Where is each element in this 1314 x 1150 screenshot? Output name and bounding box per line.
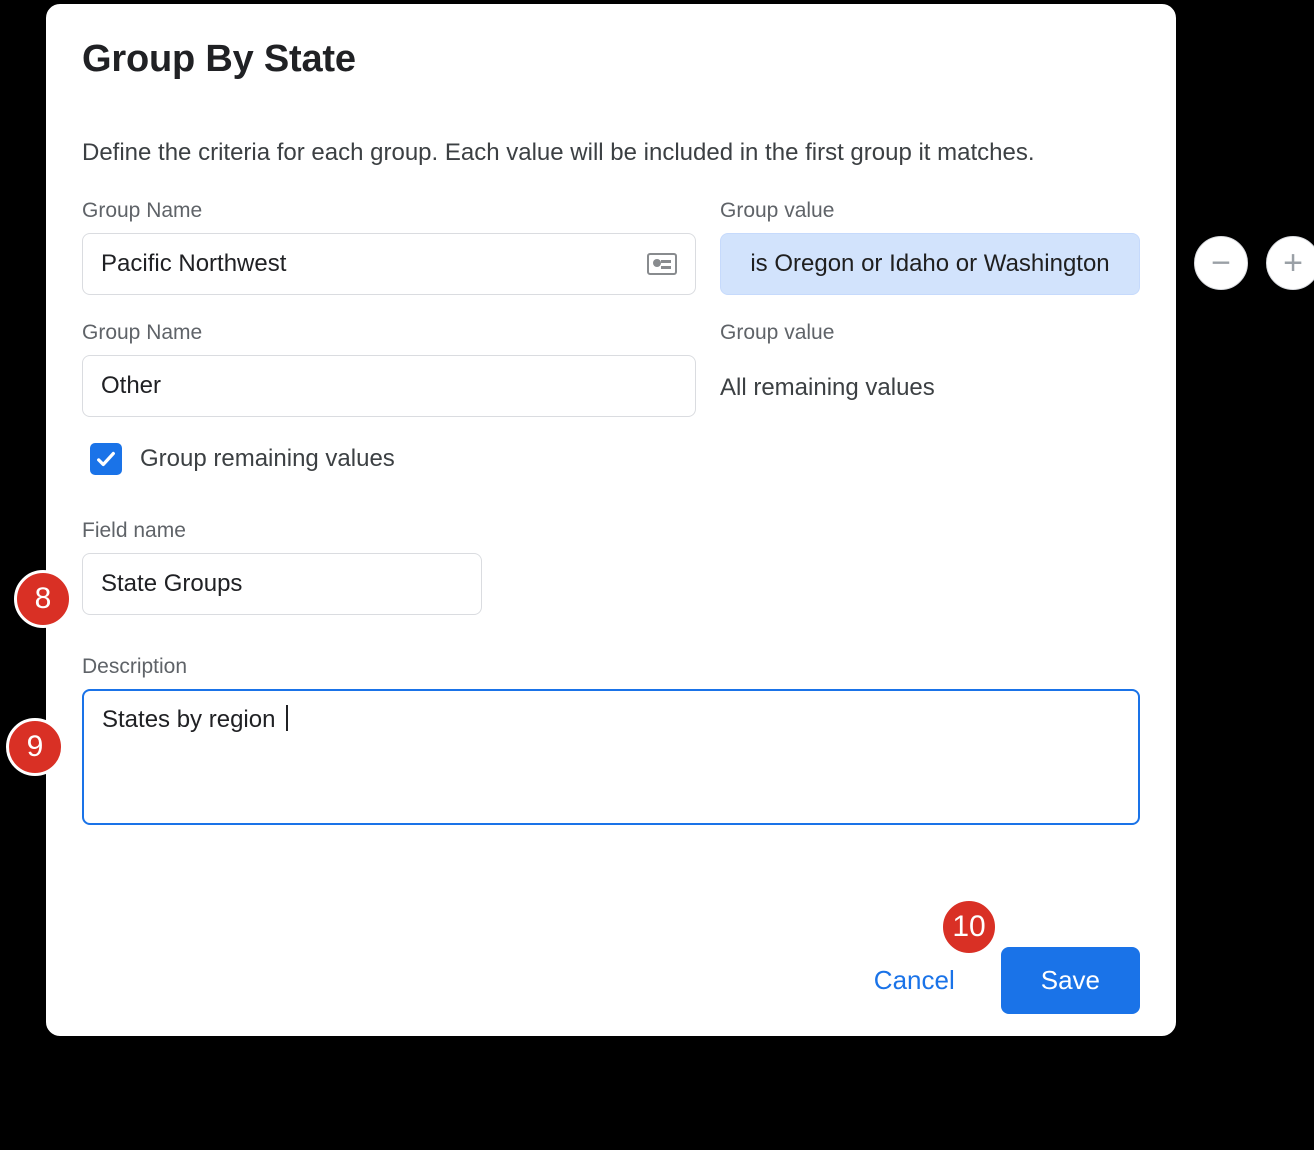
group-value-label: Group value	[720, 321, 1140, 345]
group-name-input[interactable]: Pacific Northwest	[82, 233, 696, 295]
plus-icon: +	[1283, 244, 1303, 283]
description-value: States by region	[102, 706, 275, 733]
dialog-footer: Cancel Save	[868, 947, 1140, 1014]
dialog-helper-text: Define the criteria for each group. Each…	[82, 139, 1140, 167]
remove-row-button[interactable]: −	[1194, 236, 1248, 290]
description-input[interactable]: States by region	[82, 689, 1140, 825]
minus-icon: −	[1211, 244, 1231, 283]
description-label: Description	[82, 655, 1140, 679]
field-name-label: Field name	[82, 519, 1140, 543]
group-value-static: All remaining values	[720, 355, 1140, 417]
row-action-buttons: − +	[1194, 236, 1314, 290]
annotation-callout: 9	[6, 718, 64, 776]
group-name-input[interactable]: Other	[82, 355, 696, 417]
checkbox-checked-icon[interactable]	[90, 443, 122, 475]
field-name-value: State Groups	[101, 570, 242, 598]
cancel-button[interactable]: Cancel	[868, 964, 961, 997]
checkbox-label: Group remaining values	[140, 445, 395, 473]
group-name-value: Pacific Northwest	[101, 250, 286, 278]
group-name-label: Group Name	[82, 321, 696, 345]
group-name-label: Group Name	[82, 199, 696, 223]
annotation-callout: 10	[940, 898, 998, 956]
group-row: Group Name Other Group value All remaini…	[82, 321, 1140, 417]
group-row: Group Name Pacific Northwest Group value…	[82, 199, 1140, 295]
field-name-input[interactable]: State Groups	[82, 553, 482, 615]
group-value-chip[interactable]: is Oregon or Idaho or Washington	[720, 233, 1140, 295]
group-by-dialog: Group By State Define the criteria for e…	[42, 0, 1180, 1040]
group-value-text: is Oregon or Idaho or Washington	[750, 250, 1109, 278]
group-name-value: Other	[101, 372, 161, 400]
dialog-title: Group By State	[82, 38, 1140, 81]
group-value-label: Group value	[720, 199, 1140, 223]
id-card-icon[interactable]	[647, 253, 677, 275]
annotation-callout: 8	[14, 570, 72, 628]
save-button[interactable]: Save	[1001, 947, 1140, 1014]
group-remaining-checkbox-row[interactable]: Group remaining values	[90, 443, 1140, 475]
add-row-button[interactable]: +	[1266, 236, 1314, 290]
